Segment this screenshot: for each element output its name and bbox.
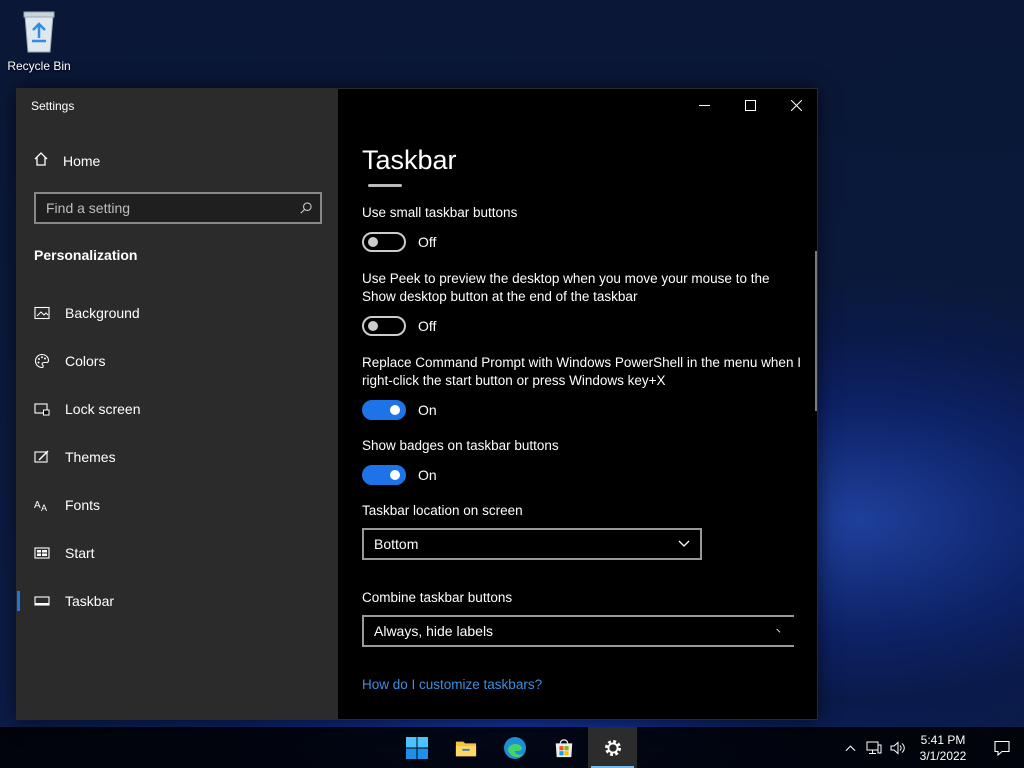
sidebar-item-label: Themes [65,449,116,465]
sidebar-item-label: Background [65,305,140,321]
recycle-bin-desktop-icon[interactable]: Recycle Bin [6,8,72,73]
sidebar-item-label: Lock screen [65,401,141,417]
svg-text:A: A [34,500,41,511]
peek-toggle[interactable] [362,316,406,336]
clock-date: 3/1/2022 [919,748,967,763]
themes-icon [34,449,50,465]
picture-icon [34,305,50,321]
home-nav-item[interactable]: Home [33,151,100,170]
sidebar-item-taskbar[interactable]: Taskbar [17,577,338,625]
sidebar-item-background[interactable]: Background [17,289,338,337]
minimize-icon [698,104,710,106]
dropdown-value: Bottom [374,536,419,552]
scrolled-content-fragment [368,184,402,187]
store-button[interactable] [539,727,588,768]
dropdown-value: Always, hide labels [374,623,494,639]
toggle-row-powershell: On [362,400,437,420]
maximize-button[interactable] [727,89,773,121]
caption-buttons [681,89,817,121]
start-button[interactable] [392,727,441,768]
help-link[interactable]: How do I customize taskbars? [362,677,542,692]
recycle-bin-icon [19,8,59,54]
taskbar-icon [34,593,50,609]
lock-screen-icon [34,401,50,417]
page-title: Taskbar [362,145,457,175]
home-label: Home [63,152,101,169]
close-button[interactable] [773,89,817,121]
sidebar-item-label: Fonts [65,497,101,513]
recycle-bin-label: Recycle Bin [7,59,71,73]
taskbar-location-dropdown[interactable]: Bottom [362,528,702,560]
network-button[interactable] [862,727,886,768]
show-hidden-icons-button[interactable] [838,727,862,768]
sidebar-item-colors[interactable]: Colors [17,337,338,385]
taskbar-apps [392,727,637,768]
combine-label: Combine taskbar buttons [362,590,513,605]
sidebar-item-label: Colors [65,353,106,369]
location-label: Taskbar location on screen [362,503,523,518]
small-buttons-toggle[interactable] [362,232,406,252]
combine-buttons-dropdown[interactable]: Always, hide labels [362,615,794,647]
notification-icon [994,740,1010,756]
close-icon [790,99,802,111]
setting-label-peek: Use Peek to preview the desktop when you… [362,271,770,304]
volume-icon [890,740,905,755]
sidebar-item-themes[interactable]: Themes [17,433,338,481]
fonts-icon: AA [34,497,50,513]
start-icon [34,545,50,561]
file-explorer-icon [455,741,476,756]
powershell-toggle[interactable] [362,400,406,420]
edge-icon [503,736,526,759]
toggle-state: Off [418,234,437,250]
sidebar-item-label: Start [65,545,95,561]
toggle-row-badges: On [362,465,437,485]
toggle-row-peek: Off [362,316,436,336]
sidebar-item-fonts[interactable]: AA Fonts [17,481,338,529]
edge-button[interactable] [490,727,539,768]
palette-icon [34,353,50,369]
setting-label-small-buttons: Use small taskbar buttons [362,205,518,220]
system-tray: 5:41 PM 3/1/2022 [838,727,1024,768]
file-explorer-button[interactable] [441,727,490,768]
toggle-state: On [418,402,437,418]
chevron-up-icon [845,744,855,751]
badges-toggle[interactable] [362,465,406,485]
svg-text:A: A [41,503,47,513]
settings-taskbar-button[interactable] [588,727,637,768]
search-icon[interactable] [292,201,320,215]
sidebar-item-lock-screen[interactable]: Lock screen [17,385,338,433]
volume-button[interactable] [886,727,910,768]
sidebar-item-label: Taskbar [65,593,115,609]
search-input[interactable] [46,200,292,216]
chevron-down-icon [776,628,781,633]
sidebar-nav: Background Colors Lock screen Themes AA … [17,289,338,625]
clock[interactable]: 5:41 PM 3/1/2022 [912,732,974,764]
settings-icon [604,739,621,756]
toggle-row-small-buttons: Off [362,232,436,252]
settings-window: Settings Home Personalization Background… [16,88,818,720]
sidebar-item-start[interactable]: Start [17,529,338,577]
vertical-scrollbar[interactable] [815,251,817,411]
settings-content: Taskbar Use small taskbar buttons Off Us… [338,89,817,719]
maximize-icon [744,99,756,111]
network-icon [866,741,882,754]
search-box[interactable] [34,192,322,224]
chevron-down-icon [678,540,690,547]
minimize-button[interactable] [681,89,727,121]
notification-center-button[interactable] [980,727,1024,768]
setting-label-badges: Show badges on taskbar buttons [362,438,559,453]
settings-sidebar: Settings Home Personalization Background… [17,89,338,719]
window-title: Settings [31,99,75,113]
section-title: Personalization [34,247,138,263]
taskbar: 5:41 PM 3/1/2022 [0,727,1024,768]
setting-label-powershell: Replace Command Prompt with Windows Powe… [362,355,801,388]
store-icon [555,738,572,757]
home-icon [33,151,49,170]
toggle-state: On [418,467,437,483]
toggle-state: Off [418,318,437,334]
windows-logo-icon [405,736,428,759]
clock-time: 5:41 PM [920,732,966,747]
